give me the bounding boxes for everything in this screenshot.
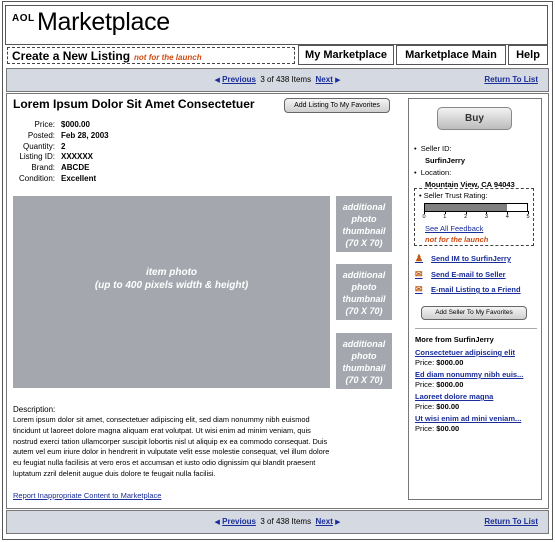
aol-logo: AOL [12,13,35,24]
detail-row: Price: $000.00 [34,120,90,129]
bullet: • [414,168,421,177]
previous-link[interactable]: Previous [222,75,256,84]
page-title: Marketplace [37,8,170,36]
next-link[interactable]: Next [316,517,333,526]
list-item: Ed diam nonummy nibh euis... Price: $000.… [415,370,524,389]
previous-link[interactable]: Previous [222,517,256,526]
pager-position: 3 of 438 Items [260,75,312,84]
right-arrow-icon: ▶ [335,519,341,526]
list-item: Ut wisi enim ad mini veniam... Price: $00… [415,414,523,434]
list-item: Consectetuer adipiscing elit Price: $000.… [415,348,523,368]
more-from-seller-header: More from SurfinJerry [415,335,494,344]
item-photo[interactable]: item photo (up to 400 pixels width & hei… [13,196,330,388]
bullet: • [414,144,421,153]
person-icon: ♟ [415,253,424,263]
more-item-link[interactable]: Consectetuer adipiscing elit [415,348,523,358]
envelope-icon: ✉ [415,269,423,279]
seller-id-label: Seller ID: [420,144,452,153]
envelope-icon: ✉ [415,284,423,294]
return-to-list-link[interactable]: Return To List [484,75,538,84]
trust-tick-label: 3 [484,214,488,220]
create-listing-note: not for the launch [134,53,202,62]
trust-tick-label: 4 [505,214,509,220]
trust-note: not for the launch [425,235,489,244]
return-to-list-link[interactable]: Return To List [484,517,538,526]
trust-tick-label: 0 [422,214,426,220]
trust-rating-fill [425,204,507,211]
detail-row: Listing ID: XXXXXX [19,152,94,162]
listing-details: Price: $000.00 Posted: Feb 28, 2003 Quanti… [13,120,109,185]
detail-row: Posted: Feb 28, 2003 [27,130,109,140]
left-arrow-icon: ◀ [214,77,220,84]
more-item-link[interactable]: Ed diam nonummy nibh euis... [415,370,523,380]
more-from-seller-list: Consectetuer adipiscing elit Price: $000.… [415,348,523,436]
seller-id-value: SurfinJerry [425,156,466,165]
photo-thumbnail[interactable]: additional photo thumbnail (70 X 70) [336,264,392,320]
photo-caption-line2: (up to 400 pixels width & height) [94,280,249,291]
listing-title: Lorem Ipsum Dolor Sit Amet Consectetuer [13,97,255,111]
photo-thumbnail[interactable]: additional photo thumbnail (70 X 70) [336,196,392,252]
send-email-link[interactable]: ✉ Send E-mail to Seller [415,269,506,280]
left-arrow-icon: ◀ [214,519,220,526]
divider [415,328,537,329]
detail-row: Quantity: 2 [22,141,66,151]
add-seller-favorites-button[interactable]: Add Seller To My Favorites [421,306,527,320]
description-label: Description: [13,405,56,414]
location-label: Location: [420,168,452,177]
trust-rating-bar [424,203,528,212]
next-link[interactable]: Next [316,75,333,84]
create-listing-label: Create a New Listing [12,49,131,63]
detail-row: Brand: ABCDE [31,163,90,173]
create-listing-button[interactable]: Create a New Listing not for the launch [7,47,295,64]
photo-caption-line1: item photo [145,267,198,278]
my-marketplace-button[interactable]: My Marketplace [298,45,394,65]
buy-button[interactable]: Buy [437,107,512,130]
email-friend-link[interactable]: ✉ E-mail Listing to a Friend [415,284,521,295]
photo-thumbnail[interactable]: additional photo thumbnail (70 X 70) [336,333,392,389]
send-im-link[interactable]: ♟ Send IM to SurfinJerry [415,253,511,264]
add-listing-favorites-button[interactable]: Add Listing To My Favorites [284,98,390,113]
help-button[interactable]: Help [508,45,548,65]
pager-top: ◀ Previous 3 of 438 Items Next ▶ Return … [6,68,549,92]
description-text: Lorem ipsum dolor sit amet, consectetuer… [13,415,330,478]
right-arrow-icon: ▶ [335,77,341,84]
detail-row: Condition: Excellent [18,173,97,183]
trust-tick-label: 2 [464,214,468,220]
trust-tick-label: 1 [443,214,447,220]
more-item-link[interactable]: Ut wisi enim ad mini veniam... [415,414,523,424]
trust-tick-label: 5 [526,214,530,220]
pager-position: 3 of 438 Items [260,517,312,526]
pager-bottom: ◀ Previous 3 of 438 Items Next ▶ Return … [6,510,549,534]
report-content-link[interactable]: Report Inappropriate Content to Marketpl… [13,491,161,500]
more-item-link[interactable]: Laoreet dolore magna [415,392,523,402]
marketplace-main-button[interactable]: Marketplace Main [396,45,506,65]
trust-rating-label: • Seller Trust Rating: [419,191,488,200]
seller-info: • Seller ID: SurfinJerry • Location: Mou… [414,144,515,192]
see-all-feedback-link[interactable]: See All Feedback [425,224,483,233]
list-item: Laoreet dolore magna Price: $00.00 [415,392,523,412]
